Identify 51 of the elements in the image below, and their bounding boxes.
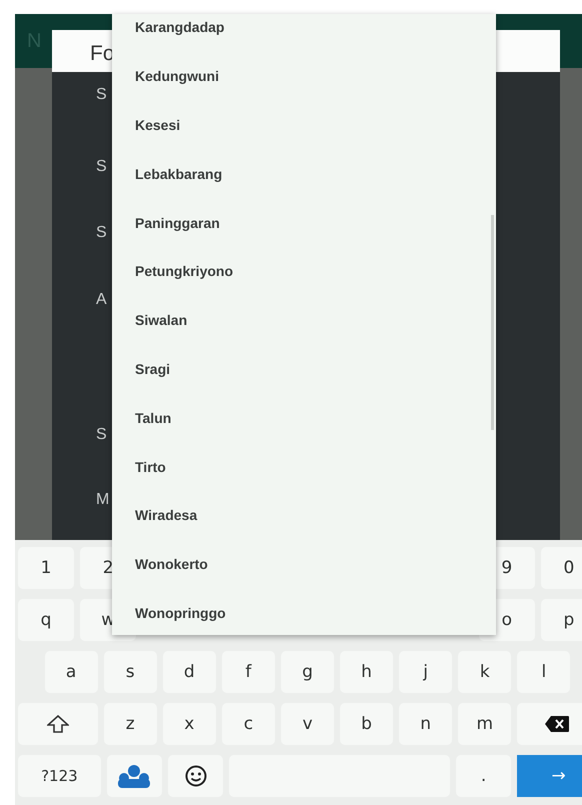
keyboard-key[interactable]: v (280, 703, 334, 745)
dropdown-option[interactable]: Wiradesa (135, 507, 198, 524)
keyboard-key[interactable]: s (104, 651, 157, 693)
keyboard-key[interactable]: n (399, 703, 452, 745)
symbols-key[interactable]: ?123 (18, 755, 101, 797)
field-label: S (96, 224, 107, 242)
keyboard-key[interactable]: j (399, 651, 452, 693)
keyboard-key[interactable]: b (340, 703, 394, 745)
dropdown-option[interactable]: Siwalan (135, 312, 188, 328)
dropdown-option[interactable]: Karangdadap (135, 19, 224, 36)
dropdown-option[interactable]: Kedungwuni (135, 68, 219, 84)
shift-icon (46, 715, 69, 733)
keyboard-key[interactable]: l (517, 651, 570, 693)
keyboard-key[interactable]: h (340, 651, 394, 693)
keyboard-key[interactable]: 1 (18, 547, 74, 589)
keyboard-key[interactable]: c (222, 703, 275, 745)
keyboard-key[interactable]: f (222, 651, 275, 693)
dropdown-option[interactable]: Kesesi (135, 116, 180, 133)
dropdown-option[interactable]: Paninggaran (135, 214, 220, 231)
field-label: S (96, 86, 107, 104)
keyboard-key[interactable]: 0 (540, 547, 582, 589)
dropdown-option[interactable]: Wonopringgo (135, 604, 226, 621)
keyboard-key[interactable]: a (44, 651, 98, 693)
emoji-icon (184, 765, 207, 787)
keyboard-key[interactable]: m (458, 703, 512, 745)
keyboard-key[interactable]: x (162, 703, 216, 745)
enter-key[interactable]: → (517, 755, 582, 797)
field-label: S (96, 426, 107, 444)
backspace-icon (544, 715, 570, 733)
shift-key[interactable] (18, 703, 98, 745)
keyboard-key[interactable]: k (458, 651, 512, 693)
field-label: A (96, 291, 107, 309)
field-label: S (96, 158, 107, 176)
dropdown-option[interactable]: Petungkriyono (135, 263, 234, 280)
period-key[interactable]: . (456, 755, 512, 797)
emoji-key[interactable] (168, 755, 224, 797)
backspace-key[interactable] (517, 703, 582, 745)
scrollbar[interactable] (491, 215, 494, 430)
keyboard-key[interactable]: z (104, 703, 157, 745)
field-label: M (96, 491, 110, 509)
dropdown-option[interactable]: Sragi (135, 360, 170, 377)
keyboard-key[interactable]: p (540, 599, 582, 641)
dropdown-option[interactable]: Wonokerto (135, 556, 208, 572)
keyboard-key[interactable]: g (280, 651, 334, 693)
dropdown-option[interactable]: Tirto (135, 458, 166, 475)
dropdown-option[interactable]: Talun (135, 410, 172, 426)
sticker-key[interactable] (106, 755, 162, 797)
dropdown-option[interactable]: Lebakbarang (135, 166, 222, 182)
keyboard-key[interactable]: d (162, 651, 216, 693)
people-icon (116, 764, 152, 788)
keyboard-key[interactable]: q (18, 599, 74, 641)
